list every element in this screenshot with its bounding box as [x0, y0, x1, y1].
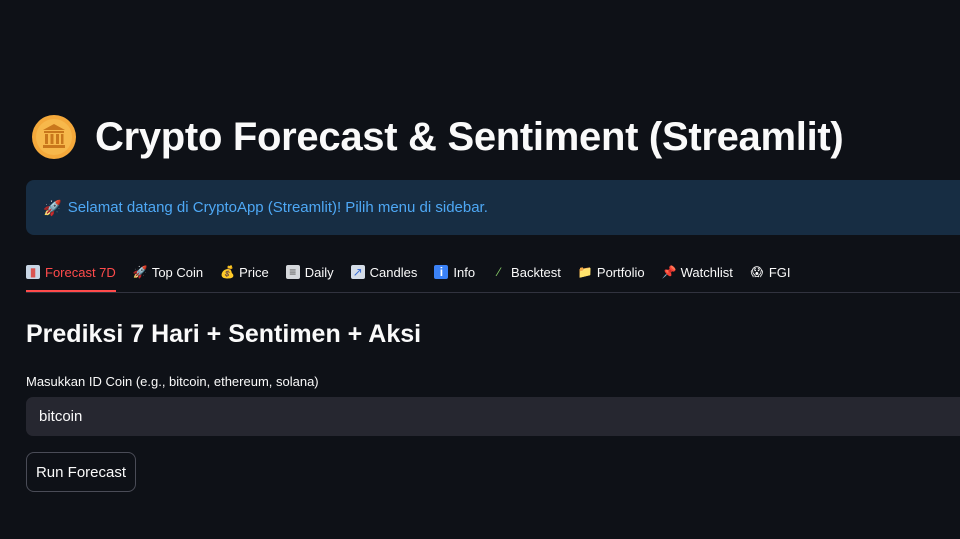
tab-top-coin[interactable]: 🚀 Top Coin — [133, 254, 203, 290]
rocket-icon: 🚀 — [43, 199, 62, 217]
tab-candles[interactable]: ↗ Candles — [350, 254, 418, 290]
tab-label: Daily — [304, 264, 334, 280]
scream-face-icon: 😱 — [750, 265, 764, 279]
newspaper-icon: ≡ — [285, 265, 300, 279]
tab-label: Forecast 7D — [45, 264, 116, 280]
tab-daily[interactable]: ≡ Daily — [285, 254, 334, 290]
chart-increasing-icon: ↗ — [350, 265, 365, 279]
money-bag-icon: 💰 — [220, 265, 236, 279]
tab-label: Watchlist — [680, 264, 733, 280]
pushpin-icon: 📌 — [661, 265, 677, 279]
tab-label: Info — [453, 264, 476, 280]
tab-portfolio[interactable]: 📁 Portfolio — [578, 254, 645, 290]
info-icon: i — [434, 265, 449, 279]
tab-watchlist[interactable]: 📌 Watchlist — [662, 254, 733, 290]
info-banner: 🚀 Selamat datang di CryptoApp (Streamlit… — [26, 180, 960, 235]
bar-chart-icon: ▮ — [26, 265, 40, 279]
coin-id-label: Masukkan ID Coin (e.g., bitcoin, ethereu… — [26, 374, 319, 389]
tab-label: Backtest — [511, 264, 561, 280]
tab-bar: ▮ Forecast 7D 🚀 Top Coin 💰 Price ≡ Daily… — [26, 254, 960, 293]
tab-fgi[interactable]: 😱 FGI — [750, 254, 791, 290]
page-title: Crypto Forecast & Sentiment (Streamlit) — [95, 115, 844, 159]
forecast-subheader: Prediksi 7 Hari + Sentimen + Aksi — [26, 320, 422, 348]
folder-icon: 📁 — [577, 265, 593, 279]
run-forecast-button[interactable]: Run Forecast — [26, 452, 136, 492]
tab-price[interactable]: 💰 Price — [220, 254, 269, 290]
test-tube-icon: ⁄ — [498, 265, 501, 279]
page-title-row: Crypto Forecast & Sentiment (Streamlit) — [31, 112, 844, 162]
tab-backtest[interactable]: ⁄ Backtest — [492, 254, 561, 290]
tab-info[interactable]: i Info — [434, 254, 475, 290]
app-page: Crypto Forecast & Sentiment (Streamlit) … — [0, 0, 960, 539]
tab-label: Top Coin — [151, 264, 204, 280]
tab-label: Portfolio — [596, 264, 645, 280]
tab-forecast-7d[interactable]: ▮ Forecast 7D — [26, 254, 116, 292]
coin-id-input[interactable] — [26, 397, 960, 436]
tab-label: Candles — [369, 264, 418, 280]
tab-label: FGI — [768, 264, 791, 280]
rocket-icon: 🚀 — [132, 265, 148, 279]
info-banner-text: Selamat datang di CryptoApp (Streamlit)!… — [67, 199, 488, 216]
tab-label: Price — [239, 264, 269, 280]
bank-coin-icon — [32, 115, 76, 159]
